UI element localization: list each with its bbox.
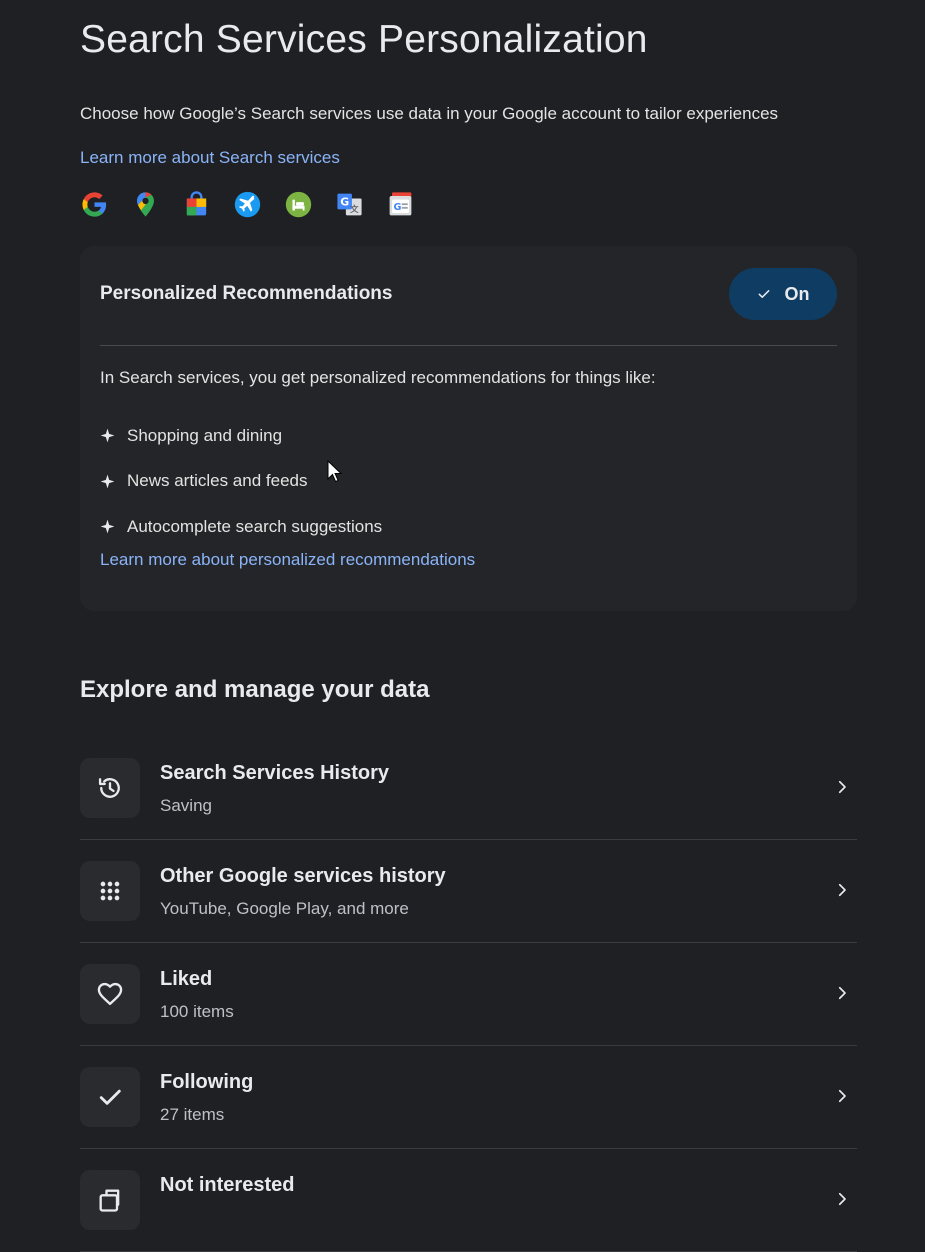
sparkle-icon xyxy=(100,519,115,534)
row-subtitle: 27 items xyxy=(160,1105,225,1124)
row-title: Not interested xyxy=(160,1174,295,1196)
row-not-interested[interactable]: Not interested xyxy=(80,1149,857,1252)
feature-label: Autocomplete search suggestions xyxy=(127,516,383,536)
check-icon xyxy=(80,1067,140,1127)
chevron-right-icon xyxy=(838,883,846,897)
recommendations-toggle-button[interactable]: On xyxy=(729,268,837,320)
row-other-google-services-history[interactable]: Other Google services history YouTube, G… xyxy=(80,840,857,943)
recommendations-title: Personalized Recommendations xyxy=(100,283,393,304)
toggle-label: On xyxy=(784,283,810,304)
recommendation-feature-list: Shopping and dining News articles and fe… xyxy=(100,413,382,550)
flights-icon xyxy=(234,191,261,218)
list-item: Autocomplete search suggestions xyxy=(100,504,382,550)
row-title: Search Services History xyxy=(160,762,390,784)
row-subtitle: YouTube, Google Play, and more xyxy=(160,899,409,918)
svg-text:G: G xyxy=(340,196,349,209)
list-item: Shopping and dining xyxy=(100,413,382,459)
list-item: News articles and feeds xyxy=(100,459,382,505)
svg-text:G: G xyxy=(394,202,402,213)
sparkle-icon xyxy=(100,428,115,443)
hotels-icon xyxy=(285,191,312,218)
row-subtitle: Saving xyxy=(160,796,212,815)
hide-icon xyxy=(80,1170,140,1230)
explore-section-title: Explore and manage your data xyxy=(80,676,430,703)
service-icons-row: G 文 G xyxy=(80,190,415,219)
check-icon xyxy=(758,290,769,298)
history-icon xyxy=(80,758,140,818)
heart-icon xyxy=(80,964,140,1024)
apps-grid-icon xyxy=(80,861,140,921)
learn-more-search-services-link[interactable]: Learn more about Search services xyxy=(80,148,340,168)
maps-pin-icon xyxy=(137,192,154,217)
feature-label: News articles and feeds xyxy=(127,471,308,491)
learn-more-recommendations-link[interactable]: Learn more about personalized recommenda… xyxy=(100,550,475,570)
row-following[interactable]: Following 27 items xyxy=(80,1046,857,1149)
data-management-list: Search Services History Saving Other Goo… xyxy=(80,737,857,1252)
recommendations-description: In Search services, you get personalized… xyxy=(100,368,656,387)
row-liked[interactable]: Liked 100 items xyxy=(80,943,857,1046)
shopping-bag-icon xyxy=(186,191,207,216)
chevron-right-icon xyxy=(838,1089,846,1103)
row-title: Following xyxy=(160,1071,254,1093)
chevron-right-icon xyxy=(838,780,846,794)
translate-icon: G 文 xyxy=(337,193,362,216)
news-icon: G xyxy=(389,192,412,216)
chevron-right-icon xyxy=(838,1192,846,1206)
row-title: Other Google services history xyxy=(160,865,446,887)
google-g-icon xyxy=(82,192,107,217)
feature-label: Shopping and dining xyxy=(127,425,283,445)
row-title: Liked xyxy=(160,968,213,990)
page-title: Search Services Personalization xyxy=(80,18,648,61)
card-divider xyxy=(100,345,837,346)
chevron-right-icon xyxy=(838,986,846,1000)
row-search-services-history[interactable]: Search Services History Saving xyxy=(80,737,857,840)
sparkle-icon xyxy=(100,474,115,489)
personalized-recommendations-card: Personalized Recommendations On In Searc… xyxy=(80,246,857,611)
row-subtitle: 100 items xyxy=(160,1002,234,1021)
intro-text: Choose how Google’s Search services use … xyxy=(80,104,779,123)
svg-text:文: 文 xyxy=(350,204,359,214)
